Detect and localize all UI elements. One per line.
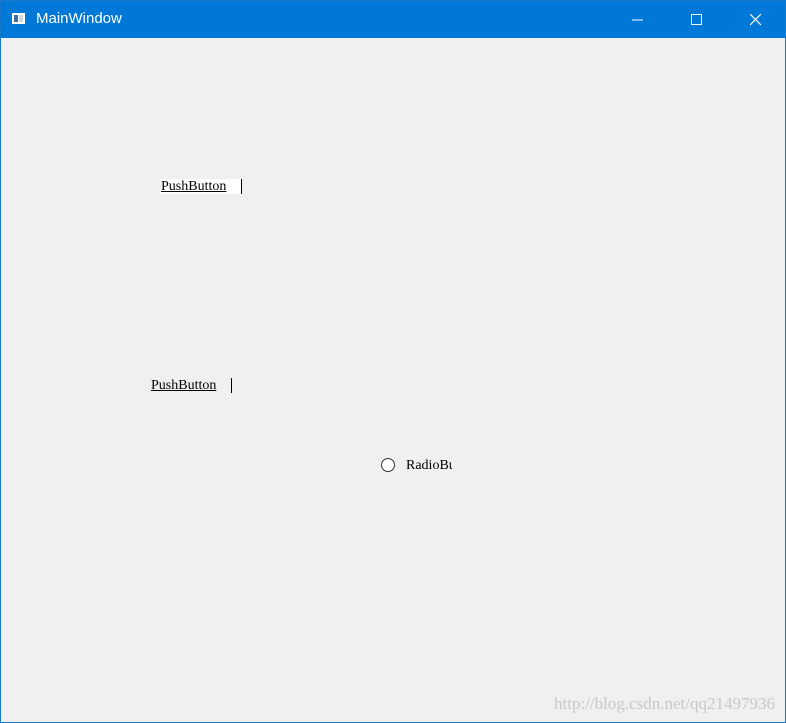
central-widget: PushButton PushButton RadioButton http:/… (1, 38, 785, 722)
close-icon (750, 14, 762, 26)
close-button[interactable] (727, 1, 785, 38)
maximize-button[interactable] (668, 1, 726, 38)
window-icon (12, 13, 25, 24)
push-button-2[interactable]: PushButton (151, 378, 232, 393)
radio-button-label: RadioButton (406, 458, 452, 473)
main-window: MainWindow PushButton PushButton RadioBu… (0, 0, 786, 723)
radio-indicator-icon[interactable] (381, 458, 395, 472)
radio-button[interactable]: RadioButton (380, 457, 452, 475)
minimize-icon (632, 19, 643, 21)
title-bar[interactable]: MainWindow (1, 1, 785, 38)
window-title: MainWindow (36, 10, 122, 27)
minimize-button[interactable] (609, 1, 667, 38)
push-button-1[interactable]: PushButton (161, 179, 242, 194)
watermark-text: http://blog.csdn.net/qq21497936 (554, 694, 775, 713)
maximize-icon (691, 14, 702, 25)
